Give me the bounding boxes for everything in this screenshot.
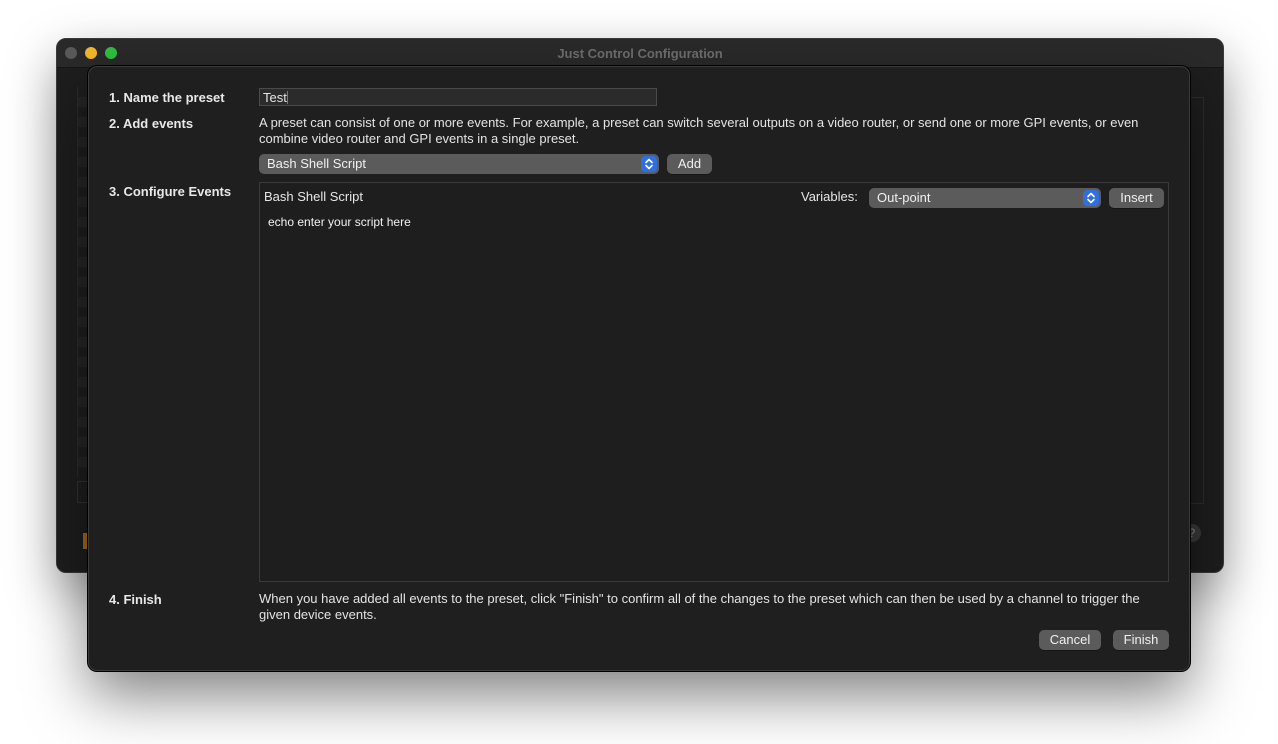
variables-select[interactable]: Out-point (869, 188, 1101, 208)
variables-label: Variables: (801, 189, 858, 204)
insert-variable-button[interactable]: Insert (1109, 188, 1164, 208)
finish-button[interactable]: Finish (1113, 630, 1169, 650)
cancel-button[interactable]: Cancel (1039, 630, 1101, 650)
step-2-label: 2. Add events (109, 116, 194, 131)
background-panel (1191, 97, 1204, 504)
step-1-label: 1. Name the preset (109, 90, 225, 105)
add-event-button[interactable]: Add (667, 154, 712, 174)
step-3-label: 3. Configure Events (109, 184, 232, 199)
step-4-label: 4. Finish (109, 592, 162, 607)
script-text-area[interactable]: echo enter your script here (268, 215, 1160, 573)
window-title: Just Control Configuration (557, 46, 723, 61)
finish-description: When you have added all events to the pr… (259, 591, 1140, 622)
event-type-select[interactable]: Bash Shell Script (259, 154, 659, 174)
text-caret (286, 91, 288, 104)
preset-sheet: 1. Name the preset Test 2. Add events A … (88, 66, 1190, 671)
variables-value: Out-point (877, 190, 931, 205)
preset-name-input[interactable]: Test (259, 88, 657, 106)
title-bar[interactable]: Just Control Configuration (57, 39, 1223, 68)
chevron-updown-icon (1083, 190, 1099, 206)
event-title: Bash Shell Script (264, 189, 363, 204)
chevron-updown-icon (641, 156, 657, 172)
script-text: echo enter your script here (268, 215, 411, 229)
preset-name-value: Test (263, 90, 287, 105)
event-editor: Bash Shell Script Variables: Out-point I… (259, 182, 1169, 582)
add-events-description: A preset can consist of one or more even… (259, 115, 1139, 146)
event-type-value: Bash Shell Script (267, 156, 366, 171)
